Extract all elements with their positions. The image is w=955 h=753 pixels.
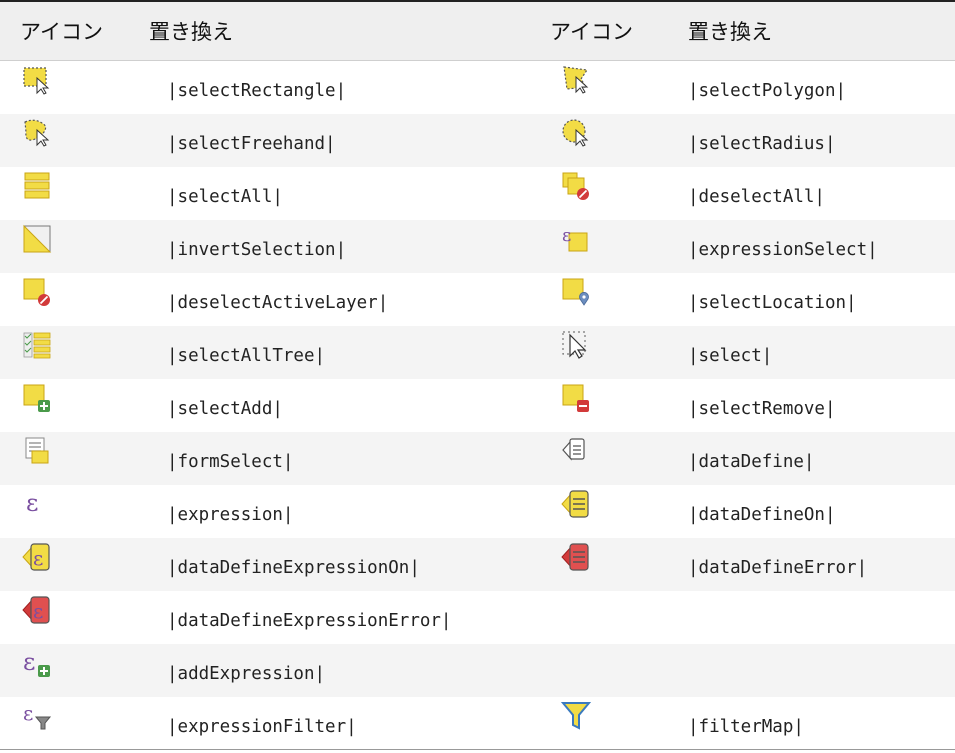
substitution-code: |expressionFilter| xyxy=(143,696,543,750)
table-row: |formSelect| |dataDefine| xyxy=(0,431,955,485)
filter-map-icon xyxy=(561,701,591,730)
data-define-expression-error-icon: ε xyxy=(22,595,50,624)
substitution-code: |selectLocation| xyxy=(682,272,955,326)
substitution-code xyxy=(682,590,955,644)
select-add-icon xyxy=(23,384,50,412)
substitution-code: |formSelect| xyxy=(143,431,543,485)
svg-text:ε: ε xyxy=(23,701,33,725)
header-icon: アイコン xyxy=(0,1,143,61)
icon-substitution-table: アイコン 置き換え アイコン 置き換え |selectRectangle| |s… xyxy=(0,0,955,750)
substitution-code: |selectAll| xyxy=(143,166,543,220)
substitution-code: |selectRadius| xyxy=(682,113,955,167)
table-row: |selectAdd| |selectRemove| xyxy=(0,378,955,432)
table-row: ε |expression| |dataDefineOn| xyxy=(0,484,955,538)
select-location-icon xyxy=(562,278,589,306)
svg-text:ε: ε xyxy=(23,648,35,676)
substitution-code: |selectRemove| xyxy=(682,378,955,432)
substitution-code: |filterMap| xyxy=(682,696,955,750)
substitution-code: |dataDefine| xyxy=(682,431,955,485)
svg-text:ε: ε xyxy=(33,599,43,623)
substitution-code: |deselectActiveLayer| xyxy=(143,272,543,326)
svg-text:ε: ε xyxy=(33,546,43,570)
substitution-code xyxy=(682,643,955,697)
substitution-code: |dataDefineExpressionError| xyxy=(143,590,543,644)
form-select-icon xyxy=(25,437,49,463)
table-row: ε |expressionFilter| |filterMap| xyxy=(0,696,955,750)
select-remove-icon xyxy=(562,384,589,412)
data-define-error-icon xyxy=(561,542,589,571)
substitution-code: |dataDefineOn| xyxy=(682,484,955,538)
add-expression-icon: ε xyxy=(23,648,50,677)
invert-selection-icon xyxy=(23,224,52,252)
select-radius-icon xyxy=(562,118,589,147)
substitution-code: |dataDefineError| xyxy=(682,537,955,591)
table-row: |deselectActiveLayer| |selectLocation| xyxy=(0,272,955,326)
svg-text:ε: ε xyxy=(26,489,38,517)
substitution-code: |deselectAll| xyxy=(682,166,955,220)
substitution-code: |invertSelection| xyxy=(143,219,543,273)
header-replacement: 置き換え xyxy=(143,1,543,61)
expression-filter-icon: ε xyxy=(23,701,52,729)
svg-text:ε: ε xyxy=(562,225,571,246)
substitution-code: |addExpression| xyxy=(143,643,543,697)
substitution-code: |selectFreehand| xyxy=(143,113,543,167)
table-row: |selectAllTree| |select| xyxy=(0,325,955,379)
table-row: ε |dataDefineExpressionError| xyxy=(0,590,955,644)
table-row: |invertSelection| ε |expressionSelect| xyxy=(0,219,955,273)
table-row: |selectAll| |deselectAll| xyxy=(0,166,955,220)
substitution-code: |selectRectangle| xyxy=(143,60,543,114)
expression-select-icon: ε xyxy=(562,225,588,251)
substitution-code: |selectAllTree| xyxy=(143,325,543,379)
table-row: |selectFreehand| |selectRadius| xyxy=(0,113,955,167)
deselect-all-icon xyxy=(562,172,589,200)
select-polygon-icon xyxy=(563,66,589,94)
select-all-icon xyxy=(24,172,50,198)
select-rectangle-icon xyxy=(23,67,50,95)
table-row: ε |dataDefineExpressionOn| |dataDefineEr… xyxy=(0,537,955,591)
data-define-icon xyxy=(562,437,585,461)
substitution-code: |selectPolygon| xyxy=(682,60,955,114)
select-icon xyxy=(562,330,587,359)
table-row: ε |addExpression| xyxy=(0,643,955,697)
select-freehand-icon xyxy=(24,119,50,147)
deselect-active-layer-icon xyxy=(23,278,50,306)
data-define-on-icon xyxy=(561,489,589,518)
select-all-tree-icon xyxy=(23,332,51,358)
header-icon-2: アイコン xyxy=(543,1,682,61)
expression-icon: ε xyxy=(26,489,38,517)
substitution-code: |dataDefineExpressionOn| xyxy=(143,537,543,591)
data-define-expression-on-icon: ε xyxy=(22,542,50,571)
substitution-code: |select| xyxy=(682,325,955,379)
table-row: |selectRectangle| |selectPolygon| xyxy=(0,60,955,114)
substitution-code: |expressionSelect| xyxy=(682,219,955,273)
substitution-code: |selectAdd| xyxy=(143,378,543,432)
header-replacement-2: 置き換え xyxy=(682,1,955,61)
substitution-code: |expression| xyxy=(143,484,543,538)
table-header-row: アイコン 置き換え アイコン 置き換え xyxy=(0,1,955,61)
